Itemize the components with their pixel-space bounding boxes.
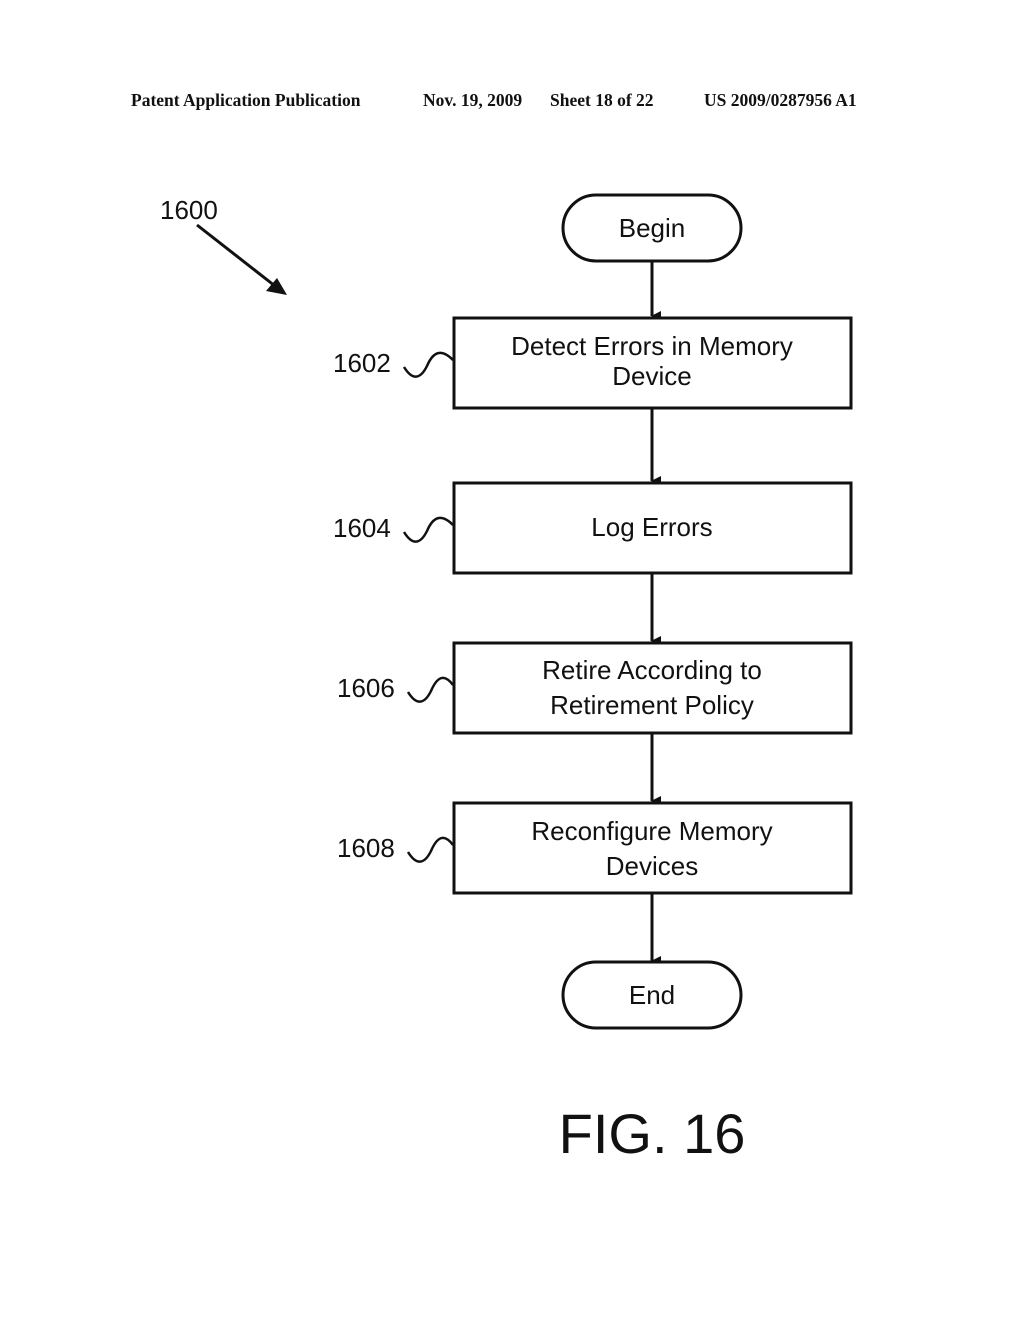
figure-reference-arrow-line xyxy=(196,223,276,288)
figure-caption: FIG. 16 xyxy=(559,1102,746,1165)
step-1608: Reconfigure Memory Devices 1608 xyxy=(337,801,853,895)
step-1602: Detect Errors in Memory Device 1602 xyxy=(333,316,853,410)
step-text-line: Log Errors xyxy=(591,512,712,542)
leader-squiggle-icon xyxy=(406,676,454,703)
step-text-line: Device xyxy=(612,361,691,391)
step-text-line: Retire According to xyxy=(542,655,762,685)
step-reference-label: 1608 xyxy=(337,833,395,863)
leader-squiggle-icon xyxy=(402,516,454,543)
flowchart: 1600 Begin Detect Errors in Memory Devic… xyxy=(160,193,853,1165)
step-text-line: Reconfigure Memory xyxy=(531,816,772,846)
figure-reference-label: 1600 xyxy=(160,195,218,225)
step-1604: Log Errors 1604 xyxy=(333,481,853,575)
leader-squiggle-icon xyxy=(406,836,454,863)
begin-label: Begin xyxy=(619,213,686,243)
end-label: End xyxy=(629,980,675,1010)
step-reference-label: 1606 xyxy=(337,673,395,703)
step-text-line: Detect Errors in Memory xyxy=(511,331,793,361)
step-1606: Retire According to Retirement Policy 16… xyxy=(337,641,853,735)
step-text-line: Retirement Policy xyxy=(550,690,754,720)
leader-squiggle-icon xyxy=(402,351,454,378)
step-reference-label: 1602 xyxy=(333,348,391,378)
step-text-line: Devices xyxy=(606,851,698,881)
step-reference-label: 1604 xyxy=(333,513,391,543)
